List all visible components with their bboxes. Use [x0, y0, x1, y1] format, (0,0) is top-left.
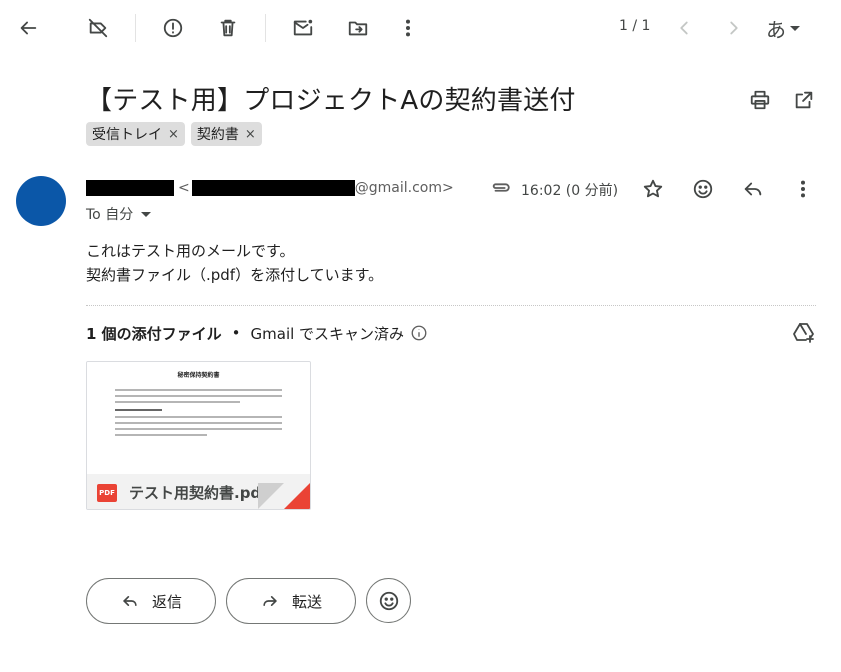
smiley-icon [379, 591, 398, 610]
message-body: これはテスト用のメールです。 契約書ファイル（.pdf）を添付しています。 [86, 239, 383, 287]
reply-icon [123, 596, 137, 606]
label-remove-icon[interactable]: × [245, 127, 256, 142]
sender-email-redacted [191, 180, 355, 196]
sender-avatar[interactable] [16, 176, 66, 226]
page-fold-corner [284, 483, 310, 509]
toolbar-divider [135, 14, 136, 42]
chevron-down-icon [141, 211, 152, 217]
attachments-divider [86, 305, 816, 306]
reply-icon[interactable] [740, 176, 766, 202]
reply-label: 返信 [151, 592, 182, 611]
preview-title: 秘密保持契約書 [177, 372, 220, 379]
older-chevron-icon[interactable] [720, 14, 748, 42]
email-subject: 【テスト用】プロジェクトAの契約書送付 [86, 86, 576, 116]
page-fold-shadow [258, 483, 284, 509]
label-chips: 受信トレイ × 契約書 × [86, 122, 262, 146]
sender-email-suffix: @gmail.com> [354, 180, 454, 196]
scan-status: Gmail でスキャン済み [250, 324, 405, 343]
more-vert-icon[interactable] [394, 14, 422, 42]
back-arrow-icon[interactable] [14, 14, 42, 42]
recipient-details-toggle[interactable]: To 自分 [86, 205, 152, 223]
pdf-file-icon: PDF [97, 483, 117, 502]
paperclip-icon [490, 178, 512, 198]
pdf-preview-thumbnail: 秘密保持契約書 [87, 362, 310, 472]
body-line: これはテスト用のメールです。 [86, 242, 295, 260]
delete-icon[interactable] [214, 14, 242, 42]
input-tools-button[interactable]: あ [766, 14, 800, 42]
more-vert-icon[interactable] [790, 176, 816, 202]
attachment-card[interactable]: 秘密保持契約書 PDF テスト用契約書.pdf [86, 361, 311, 510]
body-line: 契約書ファイル（.pdf）を添付しています。 [86, 266, 384, 284]
newer-chevron-icon[interactable] [670, 14, 698, 42]
emoji-reaction-icon[interactable] [690, 176, 716, 202]
label-chip-text: 契約書 [196, 127, 239, 143]
forward-button[interactable]: 転送 [226, 578, 356, 624]
attachment-count: 1 個の添付ファイル [86, 324, 222, 343]
info-icon[interactable] [410, 324, 428, 342]
sender-name-redacted [86, 180, 174, 196]
star-icon[interactable] [640, 176, 666, 202]
toolbar: 1 / 1 あ [0, 0, 841, 56]
add-to-drive-icon[interactable] [791, 320, 817, 346]
attachments-header: 1 個の添付ファイル • Gmail でスキャン済み [86, 322, 428, 344]
forward-label: 転送 [291, 592, 322, 611]
pager-count: 1 / 1 [619, 18, 651, 34]
toolbar-divider [265, 14, 266, 42]
message-time: 16:02 (0 分前) [521, 183, 619, 199]
label-chip-inbox: 受信トレイ × [86, 122, 185, 146]
move-to-folder-icon[interactable] [344, 14, 372, 42]
attachment-file-name: テスト用契約書.pdf [129, 484, 268, 502]
forward-icon [263, 596, 277, 606]
mark-unread-icon[interactable] [289, 14, 317, 42]
sender-row[interactable]: < @gmail.com> [86, 178, 454, 198]
print-icon[interactable] [748, 88, 772, 112]
remove-label-icon[interactable] [84, 14, 112, 42]
emoji-reaction-button[interactable] [366, 578, 411, 623]
label-chip-contract: 契約書 × [190, 122, 262, 146]
separator-dot: • [231, 324, 241, 342]
label-remove-icon[interactable]: × [168, 127, 179, 142]
chevron-down-icon [790, 25, 800, 31]
open-new-window-icon[interactable] [792, 88, 816, 112]
report-spam-icon[interactable] [159, 14, 187, 42]
recipient-label: To 自分 [86, 207, 134, 223]
input-tools-label: あ [766, 17, 786, 42]
reply-button[interactable]: 返信 [86, 578, 216, 624]
sender-email-open: < [178, 180, 190, 196]
label-chip-text: 受信トレイ [92, 127, 162, 143]
